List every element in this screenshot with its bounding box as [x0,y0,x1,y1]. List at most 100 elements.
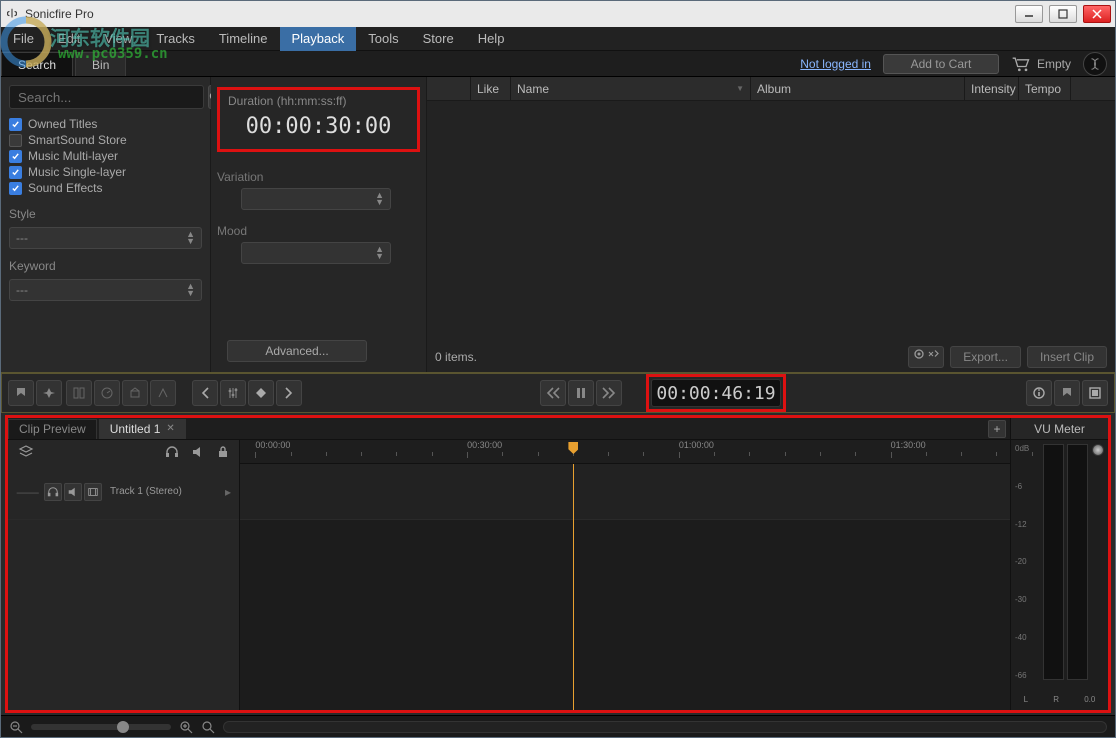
headphones-icon[interactable] [165,445,179,459]
layers-icon[interactable] [18,445,34,459]
menu-timeline[interactable]: Timeline [207,27,280,51]
close-tab-icon[interactable]: ✕ [166,419,174,439]
checkbox-icon [9,182,22,195]
add-tab-button[interactable]: + [988,420,1006,438]
tool-a-button[interactable] [66,380,92,406]
speaker-icon[interactable] [191,445,205,459]
tool-c-button[interactable] [122,380,148,406]
duration-value[interactable]: 00:00:30:00 [228,114,409,139]
col-tempo[interactable]: Tempo [1019,77,1071,100]
menu-playback[interactable]: Playback [280,27,357,51]
insert-clip-button[interactable]: Insert Clip [1027,346,1107,368]
step-fwd-button[interactable] [276,380,302,406]
timeline-panel: Clip PreviewUntitled 1✕ + 00:00:00 00:30:0… [8,418,1010,710]
timecode-value[interactable]: 00:00:46:19 [651,379,781,407]
track-clip-icon[interactable] [84,483,102,501]
pause-button[interactable] [568,380,594,406]
menu-view[interactable]: View [92,27,144,51]
filter-checkbox[interactable]: Owned Titles [9,117,202,131]
filter-label: Music Multi-layer [28,149,118,163]
cart-label: Empty [1037,57,1071,71]
zoom-slider[interactable] [31,724,171,730]
login-link[interactable]: Not logged in [800,57,871,71]
close-button[interactable] [1083,5,1111,23]
style-label: Style [9,207,202,221]
playhead-marker[interactable] [568,442,578,454]
zoom-in-icon[interactable] [179,720,193,734]
col-name[interactable]: Name▼ [511,77,751,100]
menu-tools[interactable]: Tools [356,27,410,51]
filter-label: SmartSound Store [28,133,127,147]
filter-label: Music Single-layer [28,165,126,179]
menu-edit[interactable]: Edit [46,27,92,51]
export-button[interactable]: Export... [950,346,1021,368]
marker-button[interactable] [8,380,34,406]
track-speaker-icon[interactable] [64,483,82,501]
timeline-tab[interactable]: Clip Preview [8,419,97,439]
keyword-label: Keyword [9,259,202,273]
ruler-tick: 00:30:00 [467,440,502,463]
info-button[interactable] [1026,380,1052,406]
vu-foot-label: L [1024,695,1028,704]
timeline-scrollbar[interactable] [223,721,1107,733]
track-headphones-icon[interactable] [44,483,62,501]
tool-b-button[interactable] [94,380,120,406]
filter-checkbox[interactable]: Music Single-layer [9,165,202,179]
zoom-reset-icon[interactable] [201,720,215,734]
menu-help[interactable]: Help [466,27,517,51]
mood-label: Mood [217,224,420,238]
checkbox-icon [9,166,22,179]
mixer-button[interactable] [220,380,246,406]
cart-icon [1011,56,1031,72]
settings-button[interactable] [908,346,944,368]
add-to-cart-button[interactable]: Add to Cart [883,54,999,74]
step-back-button[interactable] [192,380,218,406]
stop-button[interactable] [248,380,274,406]
ruler-tick: 00:00:00 [255,440,290,463]
results-grid[interactable] [427,101,1115,342]
maximize-button[interactable] [1049,5,1077,23]
timeline-ruler[interactable]: 00:00:0000:30:0001:00:0001:30:00 [240,440,1010,464]
col-like[interactable]: Like [471,77,511,100]
tool-d-button[interactable] [150,380,176,406]
fast-fwd-button[interactable] [596,380,622,406]
playhead-line[interactable] [573,464,574,710]
col-intensity[interactable]: Intensity [965,77,1019,100]
watermark-logo [0,16,52,68]
vu-title: VU Meter [1011,418,1108,440]
filter-label: Sound Effects [28,181,103,195]
spark-button[interactable] [36,380,62,406]
col-album[interactable]: Album [751,77,965,100]
cart-indicator[interactable]: Empty [1011,56,1071,72]
mood-select[interactable]: ▲▼ [241,242,391,264]
search-input[interactable] [9,85,204,109]
item-count: 0 items. [435,350,477,364]
lock-icon[interactable] [217,445,229,459]
track-lane[interactable] [240,464,1010,520]
vu-knob[interactable] [1092,444,1104,456]
variation-select[interactable]: ▲▼ [241,188,391,210]
filter-checkbox[interactable]: Sound Effects [9,181,202,195]
menu-tracks[interactable]: Tracks [144,27,207,51]
checkbox-icon [9,134,22,147]
style-select[interactable]: ---▲▼ [9,227,202,249]
checkbox-icon [9,150,22,163]
rewind-button[interactable] [540,380,566,406]
filter-checkbox[interactable]: SmartSound Store [9,133,202,147]
menu-store[interactable]: Store [411,27,466,51]
keyword-select[interactable]: ---▲▼ [9,279,202,301]
advanced-button[interactable]: Advanced... [227,340,367,362]
brand-logo-button[interactable] [1083,52,1107,76]
timeline-tab[interactable]: Untitled 1✕ [99,419,186,439]
minimize-button[interactable] [1015,5,1043,23]
checkbox-icon [9,118,22,131]
favorite-button[interactable] [1054,380,1080,406]
track-row[interactable]: ⸺ Track 1 (Stereo) ▸ [8,464,239,520]
duration-box: Duration (hh:mm:ss:ff) 00:00:30:00 [217,87,420,152]
filter-checkbox[interactable]: Music Multi-layer [9,149,202,163]
drag-handle-icon[interactable]: ⸺ [16,482,36,502]
tab-bin[interactable]: Bin [75,52,126,76]
track-expand-icon[interactable]: ▸ [225,485,231,499]
zoom-out-icon[interactable] [9,720,23,734]
view-button[interactable] [1082,380,1108,406]
